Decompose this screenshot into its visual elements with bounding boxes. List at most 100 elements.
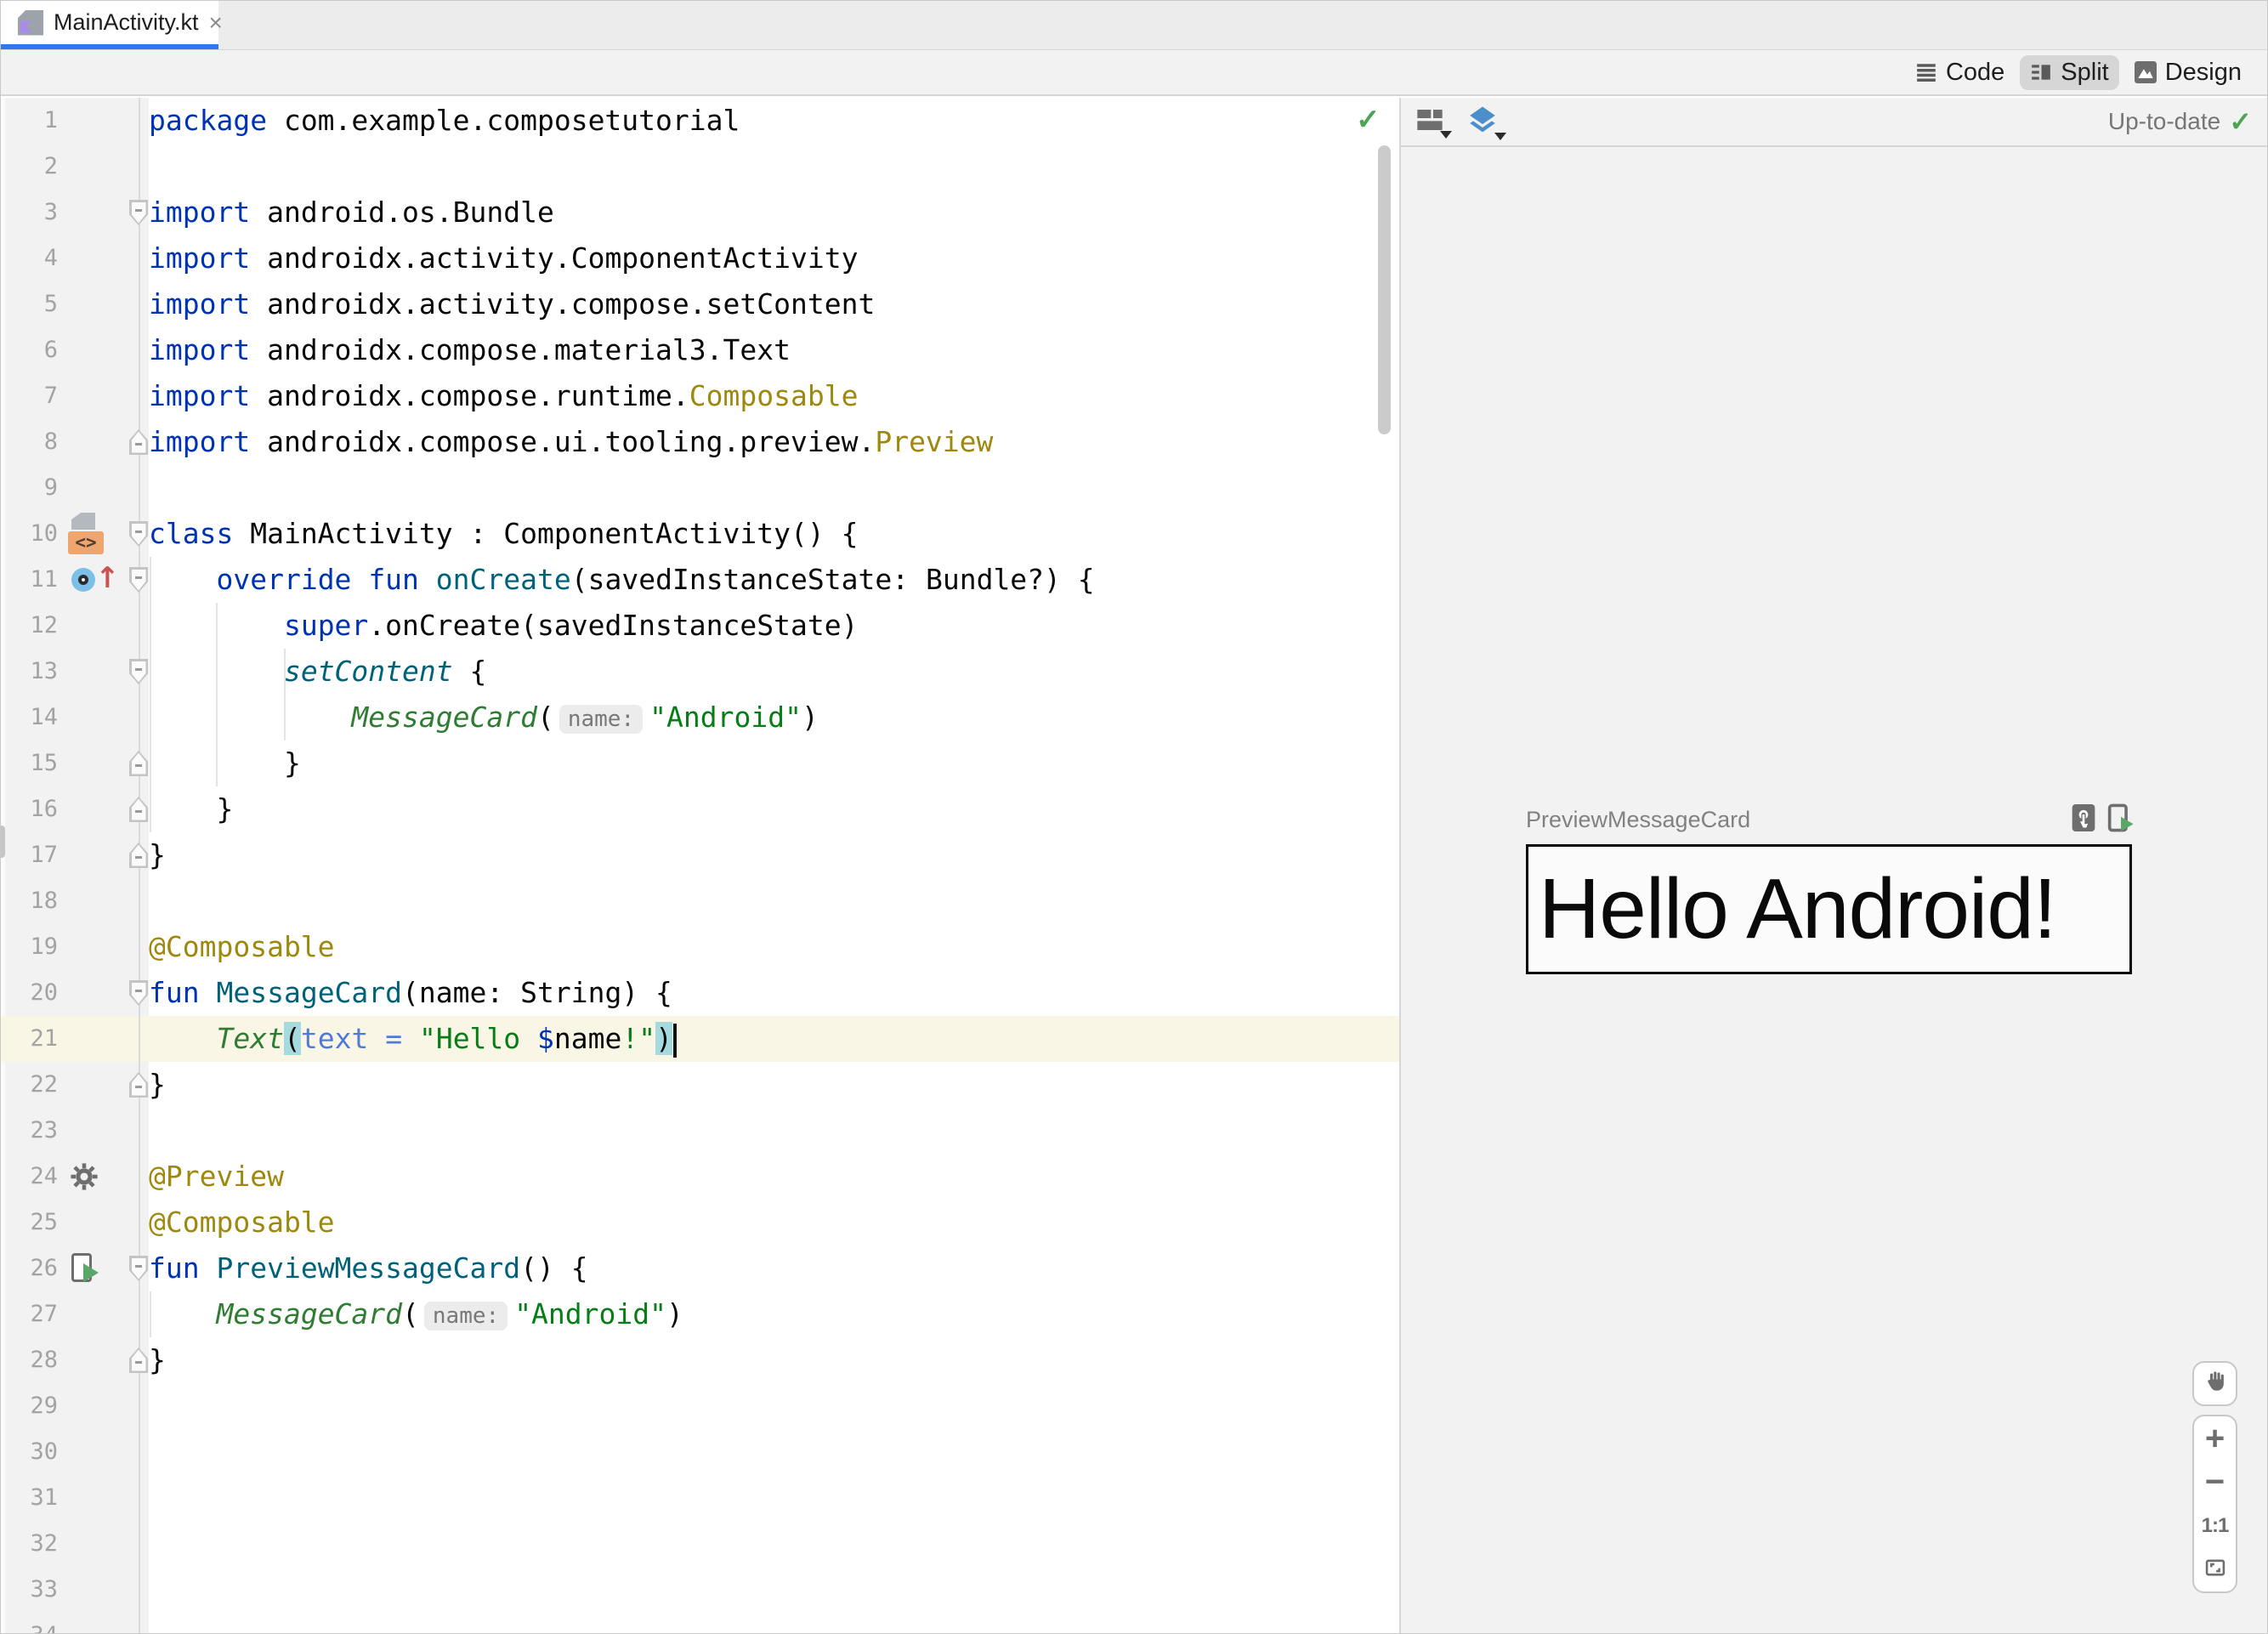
code-line-9[interactable]: 9	[1, 465, 1399, 511]
split-view-button[interactable]: Split	[2020, 54, 2119, 90]
code-text: setContent {	[149, 649, 486, 695]
fold-region-start-icon[interactable]	[129, 200, 148, 225]
line-number: 19	[1, 924, 58, 970]
fold-region-end-icon[interactable]	[129, 429, 148, 455]
gutter-icon-area	[58, 1613, 128, 1633]
close-icon[interactable]: ×	[209, 10, 223, 35]
code-line-23[interactable]: 23	[1, 1108, 1399, 1154]
preview-card-label[interactable]: PreviewMessageCard	[1526, 807, 1750, 833]
preview-canvas[interactable]: PreviewMessageCard Hello Android! + − 1:…	[1401, 147, 2267, 1633]
gear-icon[interactable]	[70, 1162, 99, 1191]
code-line-26[interactable]: 26 fun PreviewMessageCard() {	[1, 1245, 1399, 1291]
code-token: import	[149, 241, 251, 275]
code-line-21[interactable]: 21 Text(text = "Hello $name!")	[1, 1016, 1399, 1062]
fold-column	[128, 832, 149, 878]
code-line-24[interactable]: 24 @Preview	[1, 1154, 1399, 1200]
code-line-27[interactable]: 27 MessageCard(name: "Android")	[1, 1291, 1399, 1337]
code-line-31[interactable]: 31	[1, 1475, 1399, 1521]
fold-region-end-icon[interactable]	[129, 1072, 148, 1098]
code-view-button[interactable]: Code	[1905, 55, 2015, 90]
zoom-to-fit-button[interactable]	[2194, 1548, 2236, 1592]
code-line-12[interactable]: 12 super.onCreate(savedInstanceState)	[1, 603, 1399, 649]
tab-mainactivity[interactable]: MainActivity.kt ×	[1, 1, 223, 49]
fold-region-start-icon[interactable]	[129, 659, 148, 684]
fold-region-start-icon[interactable]	[129, 521, 148, 547]
code-line-5[interactable]: 5 import androidx.activity.compose.setCon…	[1, 281, 1399, 327]
code-line-32[interactable]: 32	[1, 1521, 1399, 1567]
code-line-2[interactable]: 2	[1, 144, 1399, 190]
code-line-16[interactable]: 16 }	[1, 786, 1399, 832]
preview-render-surface[interactable]: Hello Android!	[1526, 844, 2132, 974]
code-text: import androidx.compose.ui.tooling.previ…	[149, 419, 993, 465]
ui-check-mode-icon[interactable]	[1416, 107, 1452, 139]
code-line-4[interactable]: 4 import androidx.activity.ComponentActiv…	[1, 235, 1399, 281]
interactive-preview-icon[interactable]	[2072, 804, 2095, 836]
code-line-34[interactable]: 34	[1, 1613, 1399, 1633]
code-token: androidx.activity.compose.setContent	[250, 287, 876, 321]
vertical-scrollbar[interactable]	[1378, 145, 1391, 434]
code-line-20[interactable]: 20 fun MessageCard(name: String) {	[1, 970, 1399, 1016]
code-line-3[interactable]: 3 import android.os.Bundle	[1, 190, 1399, 235]
zoom-out-button[interactable]: −	[2194, 1461, 2236, 1505]
line-number: 12	[1, 603, 58, 649]
fold-region-end-icon[interactable]	[129, 751, 148, 776]
code-line-22[interactable]: 22}	[1, 1062, 1399, 1108]
code-line-10[interactable]: 10 <> class MainActivity : ComponentActivi…	[1, 511, 1399, 557]
code-token: import	[149, 333, 251, 366]
design-view-icon	[2134, 61, 2157, 83]
code-line-33[interactable]: 33	[1, 1567, 1399, 1613]
line-number: 2	[1, 144, 58, 190]
code-token: com.example.composetutorial	[267, 104, 740, 137]
fold-region-end-icon[interactable]	[129, 843, 148, 868]
inspections-ok-icon[interactable]: ✓	[1356, 103, 1381, 137]
run-preview-icon[interactable]	[2107, 803, 2135, 837]
fold-region-start-icon[interactable]	[129, 567, 148, 593]
gutter-icon-area	[58, 1567, 128, 1613]
gutter-icon-area	[58, 1245, 128, 1291]
code-line-14[interactable]: 14 MessageCard(name: "Android")	[1, 695, 1399, 740]
layers-icon[interactable]	[1467, 105, 1506, 140]
code-line-15[interactable]: 15 }	[1, 740, 1399, 786]
line-number: 8	[1, 419, 58, 465]
zoom-actual-size-button[interactable]: 1:1	[2194, 1504, 2236, 1548]
fold-column	[128, 1613, 149, 1633]
overriding-method-icon[interactable]: ↑	[71, 561, 120, 595]
kotlin-class-mapping-icon[interactable]: <>	[68, 513, 105, 555]
preview-status: Up-to-date ✓	[2108, 105, 2252, 138]
code-line-17[interactable]: 17}	[1, 832, 1399, 878]
fold-region-start-icon[interactable]	[129, 980, 148, 1006]
code-line-29[interactable]: 29	[1, 1383, 1399, 1429]
fold-region-end-icon[interactable]	[129, 797, 148, 822]
fold-region-end-icon[interactable]	[129, 1347, 148, 1373]
code-line-19[interactable]: 19 @Composable	[1, 924, 1399, 970]
code-line-1[interactable]: 1 package com.example.composetutorial	[1, 98, 1399, 144]
code-line-28[interactable]: 28}	[1, 1337, 1399, 1383]
code-line-6[interactable]: 6 import androidx.compose.material3.Text	[1, 327, 1399, 373]
code-token: name	[553, 1022, 622, 1055]
code-line-30[interactable]: 30	[1, 1429, 1399, 1475]
code-line-18[interactable]: 18	[1, 878, 1399, 924]
run-preview-device-icon[interactable]	[71, 1253, 105, 1285]
zoom-in-button[interactable]: +	[2194, 1416, 2236, 1461]
line-number: 14	[1, 695, 58, 740]
code-line-25[interactable]: 25 @Composable	[1, 1200, 1399, 1245]
code-token: (name: String) {	[402, 976, 672, 1009]
code-line-11[interactable]: 11 ↑ override fun onCreate(savedInstanceS…	[1, 557, 1399, 603]
code-line-7[interactable]: 7 import androidx.compose.runtime.Composa…	[1, 373, 1399, 419]
code-token: "Hello	[418, 1022, 538, 1055]
gutter-icon-area	[58, 970, 128, 1016]
preview-rendered-text: Hello Android!	[1539, 861, 2057, 956]
fold-region-start-icon[interactable]	[129, 1256, 148, 1281]
line-number: 28	[1, 1337, 58, 1383]
code-line-8[interactable]: 8 import androidx.compose.ui.tooling.prev…	[1, 419, 1399, 465]
code-line-13[interactable]: 13 setContent {	[1, 649, 1399, 695]
pan-button[interactable]	[2192, 1361, 2237, 1406]
code-token: PreviewMessageCard	[216, 1251, 521, 1285]
design-view-button[interactable]: Design	[2124, 55, 2252, 90]
code-editor[interactable]: 1 package com.example.composetutorial 2 3 im…	[1, 98, 1399, 1633]
line-number: 3	[1, 190, 58, 235]
